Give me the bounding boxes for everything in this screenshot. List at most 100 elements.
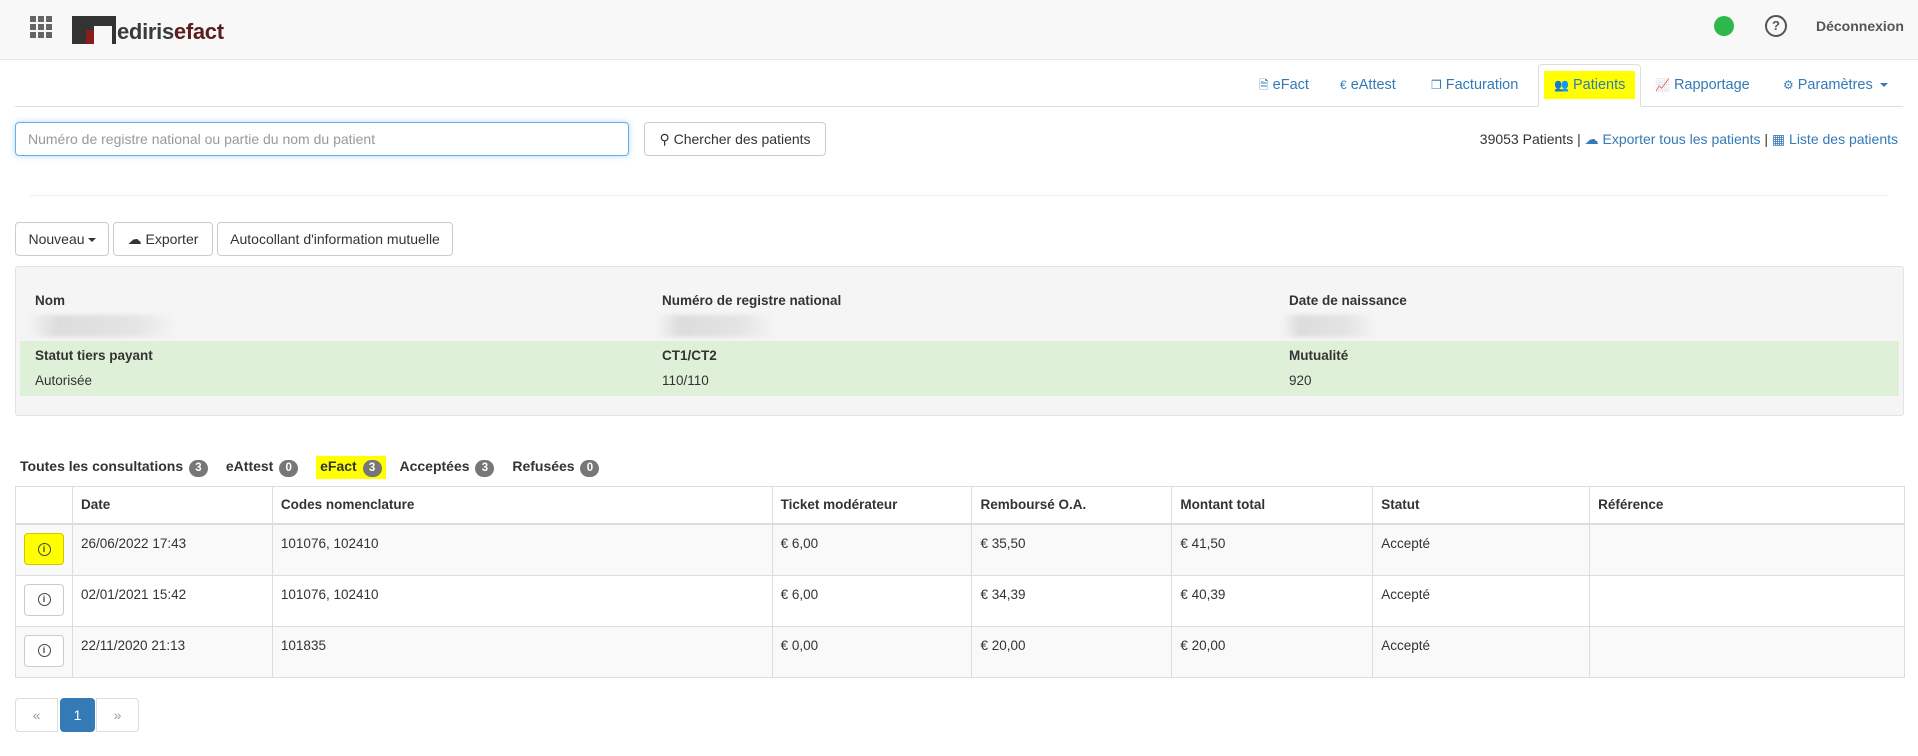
tab-rapportage[interactable]: 📈 Rapportage <box>1655 65 1750 107</box>
status-cell: Accepté <box>1372 523 1591 576</box>
apps-grid-icon[interactable] <box>30 16 52 38</box>
ticket-cell: € 6,00 <box>771 523 973 576</box>
consultation-filters: Toutes les consultations 3 eAttest 0 eFa… <box>20 456 613 479</box>
ticket-cell: € 0,00 <box>771 625 973 678</box>
redacted-name <box>28 315 178 337</box>
last-page-button[interactable]: » <box>96 698 139 732</box>
filter-refused[interactable]: Refusées 0 <box>512 456 603 479</box>
redacted-dob <box>1281 315 1376 337</box>
codes-cell: 101835 <box>271 625 773 678</box>
tab-facturation[interactable]: ❐ Facturation <box>1431 65 1518 107</box>
details-button[interactable]: i <box>24 634 64 667</box>
info-icon: i <box>37 542 51 556</box>
mutual-info-sticker-button[interactable]: Autocollant d'information mutuelle <box>217 222 453 256</box>
patient-list-link[interactable]: ▦ Liste des patients <box>1772 131 1898 147</box>
mutuality-value: 920 <box>1289 373 1312 388</box>
reimbursed-cell: € 34,39 <box>971 574 1173 627</box>
filter-accepted[interactable]: Acceptées 3 <box>400 456 499 479</box>
reference-cell <box>1589 625 1905 678</box>
reference-cell <box>1589 523 1905 576</box>
status-cell: Accepté <box>1372 625 1591 678</box>
date-cell: 22/11/2020 21:13 <box>72 625 273 678</box>
column-header[interactable]: Montant total <box>1171 486 1374 525</box>
codes-cell: 101076, 102410 <box>271 574 773 627</box>
users-icon: 👥 <box>1554 78 1569 92</box>
tab-eattest[interactable]: € eAttest <box>1340 65 1396 107</box>
name-label: Nom <box>35 293 65 308</box>
total-cell: € 40,39 <box>1171 574 1374 627</box>
table-row: i 02/01/2021 15:42 101076, 102410 € 6,00… <box>15 574 1905 627</box>
table-header-row: Date Codes nomenclature Ticket modérateu… <box>15 486 1905 525</box>
column-header <box>15 486 73 525</box>
cloud-download-icon: ☁ <box>127 231 142 247</box>
filter-efact[interactable]: eFact 3 <box>316 456 386 479</box>
column-header[interactable]: Statut <box>1372 486 1591 525</box>
tab-patients[interactable]: 👥 Patients <box>1538 64 1642 107</box>
redacted-nrn <box>656 315 776 337</box>
count-badge: 3 <box>475 460 495 477</box>
count-badge: 3 <box>362 460 382 477</box>
search-icon: ⚲ <box>659 131 670 147</box>
page-1-button[interactable]: 1 <box>60 698 95 732</box>
column-header[interactable]: Ticket modérateur <box>771 486 973 525</box>
patient-count: 39053 Patients <box>1479 131 1574 147</box>
codes-cell: 101076, 102410 <box>271 523 773 576</box>
column-header[interactable]: Référence <box>1589 486 1905 525</box>
divider <box>30 195 1888 196</box>
reference-cell <box>1589 574 1905 627</box>
chart-icon: 📈 <box>1655 78 1670 92</box>
details-button[interactable]: i <box>24 533 64 565</box>
mutuality-label: Mutualité <box>1289 348 1349 363</box>
chevron-down-icon <box>1879 83 1888 88</box>
tab-parametres[interactable]: ⚙ Paramètres <box>1783 65 1888 107</box>
chevron-down-icon <box>87 238 96 243</box>
count-badge: 0 <box>580 460 600 477</box>
search-patients-button[interactable]: ⚲ Chercher des patients <box>644 122 826 156</box>
filter-all[interactable]: Toutes les consultations 3 <box>20 456 212 479</box>
column-header[interactable]: Remboursé O.A. <box>971 486 1173 525</box>
first-page-button[interactable]: « <box>15 698 58 732</box>
column-header[interactable]: Date <box>72 486 273 525</box>
main-nav-tabs: 🗎 eFact € eAttest ❐ Facturation 👥 Patients 📈… <box>15 64 1903 107</box>
new-dropdown-button[interactable]: Nouveau <box>15 222 109 256</box>
info-icon: i <box>37 644 51 657</box>
table-icon: ▦ <box>1771 131 1786 147</box>
count-badge: 3 <box>189 460 208 477</box>
third-party-status-label: Statut tiers payant <box>35 348 153 363</box>
details-button[interactable]: i <box>24 583 64 616</box>
logo-text: edirisefact <box>117 19 224 44</box>
patient-info-panel: Nom Numéro de registre national Date de … <box>15 266 1904 416</box>
tab-efact[interactable]: 🗎 eFact <box>1259 65 1309 107</box>
document-icon: 🗎 <box>1259 78 1269 92</box>
ticket-cell: € 6,00 <box>771 574 973 627</box>
help-icon[interactable]: ? <box>1765 15 1787 37</box>
total-cell: € 41,50 <box>1171 523 1374 576</box>
third-party-status-value: Autorisée <box>35 373 93 388</box>
logo-mark-icon <box>72 16 116 44</box>
export-button[interactable]: ☁ Exporter <box>113 222 213 256</box>
export-all-patients-link[interactable]: ☁ Exporter tous les patients <box>1585 131 1761 147</box>
gear-icon: ⚙ <box>1783 78 1794 92</box>
reimbursed-cell: € 35,50 <box>971 523 1173 576</box>
logo[interactable]: edirisefact <box>72 10 224 44</box>
logout-link[interactable]: Déconnexion <box>1816 18 1904 34</box>
consultations-table: Date Codes nomenclature Ticket modérateu… <box>15 486 1905 678</box>
top-bar: edirisefact ? Déconnexion <box>0 0 1918 60</box>
filter-eattest[interactable]: eAttest 0 <box>226 456 302 479</box>
nrn-label: Numéro de registre national <box>662 293 842 308</box>
insurance-status-row <box>20 341 1899 396</box>
date-cell: 02/01/2021 15:42 <box>72 574 273 627</box>
dob-label: Date de naissance <box>1289 293 1407 308</box>
copy-icon: ❐ <box>1431 78 1442 92</box>
patient-search-input[interactable] <box>15 122 629 156</box>
patient-summary: 39053 Patients | ☁ Exporter tous les pat… <box>1479 131 1898 147</box>
info-icon: i <box>37 593 51 606</box>
table-row: i 26/06/2022 17:43 101076, 102410 € 6,00… <box>15 523 1905 576</box>
cloud-download-icon: ☁ <box>1584 131 1599 147</box>
ct-value: 110/110 <box>662 373 709 388</box>
column-header[interactable]: Codes nomenclature <box>271 486 773 525</box>
pagination: « 1 » <box>15 698 139 732</box>
connection-status-dot-icon <box>1714 16 1734 36</box>
table-row: i 22/11/2020 21:13 101835 € 0,00 € 20,00… <box>15 625 1905 678</box>
date-cell: 26/06/2022 17:43 <box>72 523 273 576</box>
